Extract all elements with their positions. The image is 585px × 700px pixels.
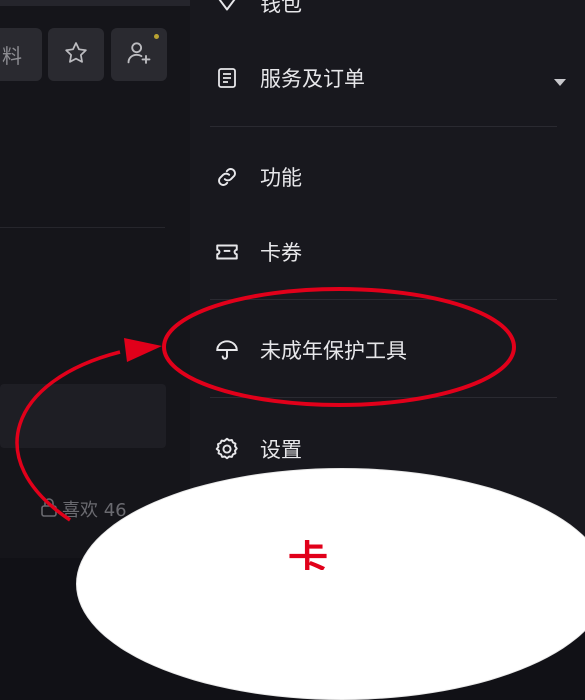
menu-item-minor-protection[interactable]: 未成年保护工具 — [214, 335, 407, 365]
profile-page-background: 料 喜欢 46 — [0, 0, 190, 558]
menu-item-wallet[interactable]: 钱包 — [214, 0, 302, 18]
notification-dot — [154, 34, 159, 39]
divider — [210, 397, 557, 398]
wallet-icon — [214, 0, 240, 16]
menu-item-label: 服务及订单 — [260, 67, 365, 91]
lock-icon — [40, 497, 58, 522]
menu-item-label: 卡券 — [260, 241, 302, 265]
callout-bubble — [76, 468, 585, 700]
add-user-icon — [125, 39, 153, 71]
divider — [210, 299, 557, 300]
add-friend-button[interactable] — [111, 28, 167, 81]
umbrella-icon — [214, 337, 240, 363]
menu-item-orders[interactable]: 服务及订单 — [214, 63, 365, 93]
edit-profile-button[interactable]: 料 — [0, 28, 42, 81]
likes-tab[interactable]: 喜欢 46 — [40, 496, 127, 522]
order-icon — [214, 65, 240, 91]
menu-item-coupons[interactable]: 卡券 — [214, 237, 302, 267]
divider — [210, 126, 557, 127]
callout-text: 卡 — [288, 540, 328, 570]
likes-label: 喜欢 46 — [62, 500, 127, 521]
content-card[interactable] — [0, 384, 166, 448]
menu-item-label: 钱包 — [260, 0, 302, 16]
favorites-button[interactable] — [48, 28, 104, 81]
edit-profile-label: 料 — [2, 44, 22, 68]
gear-icon — [214, 436, 240, 462]
link-icon — [214, 164, 240, 190]
ticket-icon — [214, 239, 240, 265]
menu-item-label: 未成年保护工具 — [260, 339, 407, 363]
chevron-down-icon[interactable] — [553, 73, 567, 92]
menu-item-label: 功能 — [260, 166, 302, 190]
top-bar-strip — [0, 0, 190, 6]
menu-item-label: 设置 — [260, 438, 302, 462]
menu-item-features[interactable]: 功能 — [214, 162, 302, 192]
menu-item-settings[interactable]: 设置 — [214, 434, 302, 464]
star-icon — [63, 40, 89, 70]
divider — [0, 227, 165, 228]
